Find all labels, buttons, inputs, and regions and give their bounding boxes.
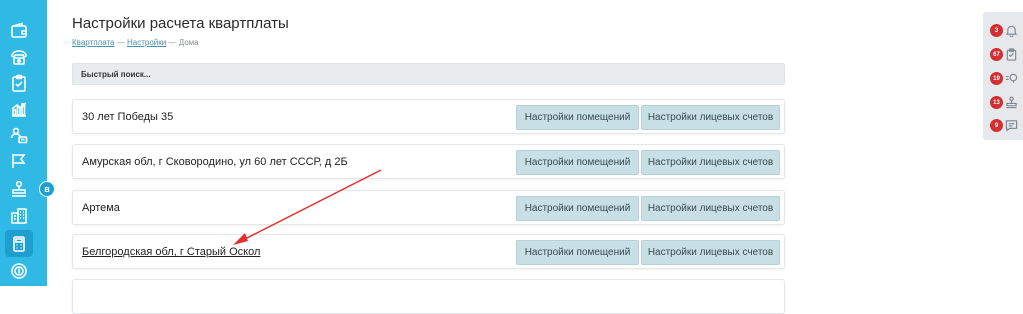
breadcrumb-link-kvartplata[interactable]: Квартплата <box>72 38 115 47</box>
message-icon <box>1004 117 1018 133</box>
breadcrumb-link-settings[interactable]: Настройки <box>127 38 166 47</box>
stamp-icon <box>1004 94 1018 110</box>
rooms-settings-button[interactable]: Настройки помещений <box>516 240 639 265</box>
phone-icon[interactable] <box>9 47 29 67</box>
house-name: Артема <box>82 202 120 214</box>
breadcrumb: Квартплата — Настройки — Дома <box>72 38 199 47</box>
house-name: 30 лет Победы 35 <box>82 111 174 123</box>
notification-count-badge: 3 <box>990 24 1003 37</box>
notification-item[interactable]: 13 <box>990 94 1020 110</box>
house-name-link[interactable]: Белгородская обл, г Старый Оскол <box>82 246 260 258</box>
clipboard-icon <box>1004 46 1018 62</box>
accounts-settings-button[interactable]: Настройки лицевых счетов <box>641 240 780 265</box>
rooms-settings-button[interactable]: Настройки помещений <box>516 150 639 175</box>
notification-count-badge: 19 <box>990 72 1003 85</box>
rooms-settings-button[interactable]: Настройки помещений <box>516 105 639 130</box>
notification-count-badge: 67 <box>990 48 1003 61</box>
wallet-icon[interactable] <box>9 21 29 41</box>
left-sidebar: в <box>0 0 55 286</box>
house-row <box>72 279 785 314</box>
chart-icon[interactable] <box>9 99 29 119</box>
clipboard-icon[interactable] <box>9 73 29 93</box>
calculator-icon[interactable] <box>5 230 33 257</box>
coin-icon[interactable] <box>9 261 29 281</box>
notification-item[interactable]: 3 <box>990 22 1020 38</box>
house-row: Артема Настройки помещений Настройки лиц… <box>72 190 785 225</box>
notification-panel: 3 67 19 13 9 <box>983 12 1023 140</box>
feedback-icon <box>1004 70 1018 86</box>
house-name: Амурская обл, г Сковородино, ул 60 лет С… <box>82 156 348 168</box>
breadcrumb-separator: — <box>168 38 177 47</box>
notification-item[interactable]: 67 <box>990 46 1020 62</box>
breadcrumb-separator: — <box>116 38 125 47</box>
search-input[interactable] <box>73 64 784 85</box>
buildings-icon[interactable] <box>9 206 29 226</box>
rooms-settings-button[interactable]: Настройки помещений <box>516 196 639 221</box>
accounts-settings-button[interactable]: Настройки лицевых счетов <box>641 196 780 221</box>
notification-count-badge: 13 <box>990 96 1003 109</box>
stamp-icon[interactable] <box>9 179 29 199</box>
search-bar <box>72 63 785 85</box>
notification-item[interactable]: 19 <box>990 70 1020 86</box>
house-row: Белгородская обл, г Старый Оскол Настрой… <box>72 234 785 269</box>
house-row: 30 лет Победы 35 Настройки помещений Нас… <box>72 99 785 134</box>
accounts-settings-button[interactable]: Настройки лицевых счетов <box>641 150 780 175</box>
notification-count-badge: 9 <box>990 119 1003 132</box>
breadcrumb-current: Дома <box>178 38 199 47</box>
notification-item[interactable]: 9 <box>990 117 1020 133</box>
sidebar-badge[interactable]: в <box>39 181 55 197</box>
accounts-settings-button[interactable]: Настройки лицевых счетов <box>641 105 780 130</box>
bell-icon <box>1004 22 1018 38</box>
house-row: Амурская обл, г Сковородино, ул 60 лет С… <box>72 144 785 179</box>
users-icon[interactable] <box>9 125 29 145</box>
flag-icon[interactable] <box>9 151 29 171</box>
page-title: Настройки расчета квартплаты <box>72 15 289 32</box>
